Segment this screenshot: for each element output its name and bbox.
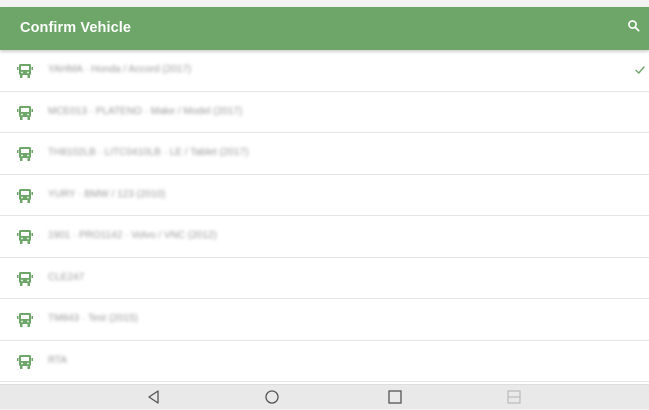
vehicle-list-item[interactable]: CLE247 [0, 258, 649, 299]
vehicle-label: TH8102LB · LITC0410LB · LE / Tablet (201… [48, 147, 249, 158]
bus-icon [16, 270, 34, 288]
vehicle-label: MCE013 · PLATENO · Make / Model (2017) [48, 105, 243, 117]
vehicle-list-item[interactable]: TH8102LB · LITC0410LB · LE / Tablet (201… [0, 133, 649, 175]
vehicle-label: TM843 · Test (2015) [48, 313, 138, 324]
split-screen-icon[interactable] [505, 389, 523, 405]
page-title: Confirm Vehicle [20, 20, 132, 36]
vehicle-list-item[interactable]: 1901 · PRO1142 · Volvo / VNC (2012) [0, 216, 649, 258]
vehicle-label: 1901 · PRO1142 · Volvo / VNC (2012) [48, 230, 217, 241]
bus-icon [16, 353, 34, 371]
app-bar: Confirm Vehicle [0, 7, 649, 50]
vehicle-list: YAHMA · Honda / Accord (2017) MCE013 · PL… [0, 50, 649, 384]
checkmark-icon [634, 63, 646, 75]
back-icon[interactable] [145, 389, 163, 405]
vehicle-list-item[interactable]: TM843 · Test (2015) [0, 299, 649, 341]
vehicle-label: YURY · BMW / 123 (2010) [48, 188, 166, 200]
vehicle-list-item[interactable]: YAHMA · Honda / Accord (2017) [0, 50, 649, 92]
vehicle-label: YAHMA · Honda / Accord (2017) [48, 64, 192, 75]
system-nav-bar [0, 384, 649, 409]
bus-icon [16, 228, 34, 246]
bus-icon [16, 62, 34, 80]
vehicle-list-item[interactable]: MCE013 · PLATENO · Make / Model (2017) [0, 92, 649, 133]
vehicle-list-item[interactable]: RTA [0, 341, 649, 382]
bus-icon [16, 311, 34, 329]
search-icon[interactable] [625, 17, 643, 35]
bus-icon [16, 187, 34, 205]
status-bar [0, 0, 649, 7]
bus-icon [16, 104, 34, 122]
vehicle-label: RTA [48, 354, 68, 366]
bus-icon [16, 145, 34, 163]
home-icon[interactable] [263, 389, 281, 405]
vehicle-list-item[interactable]: YURY · BMW / 123 (2010) [0, 175, 649, 216]
vehicle-label: CLE247 [48, 271, 85, 283]
recents-icon[interactable] [386, 389, 404, 405]
